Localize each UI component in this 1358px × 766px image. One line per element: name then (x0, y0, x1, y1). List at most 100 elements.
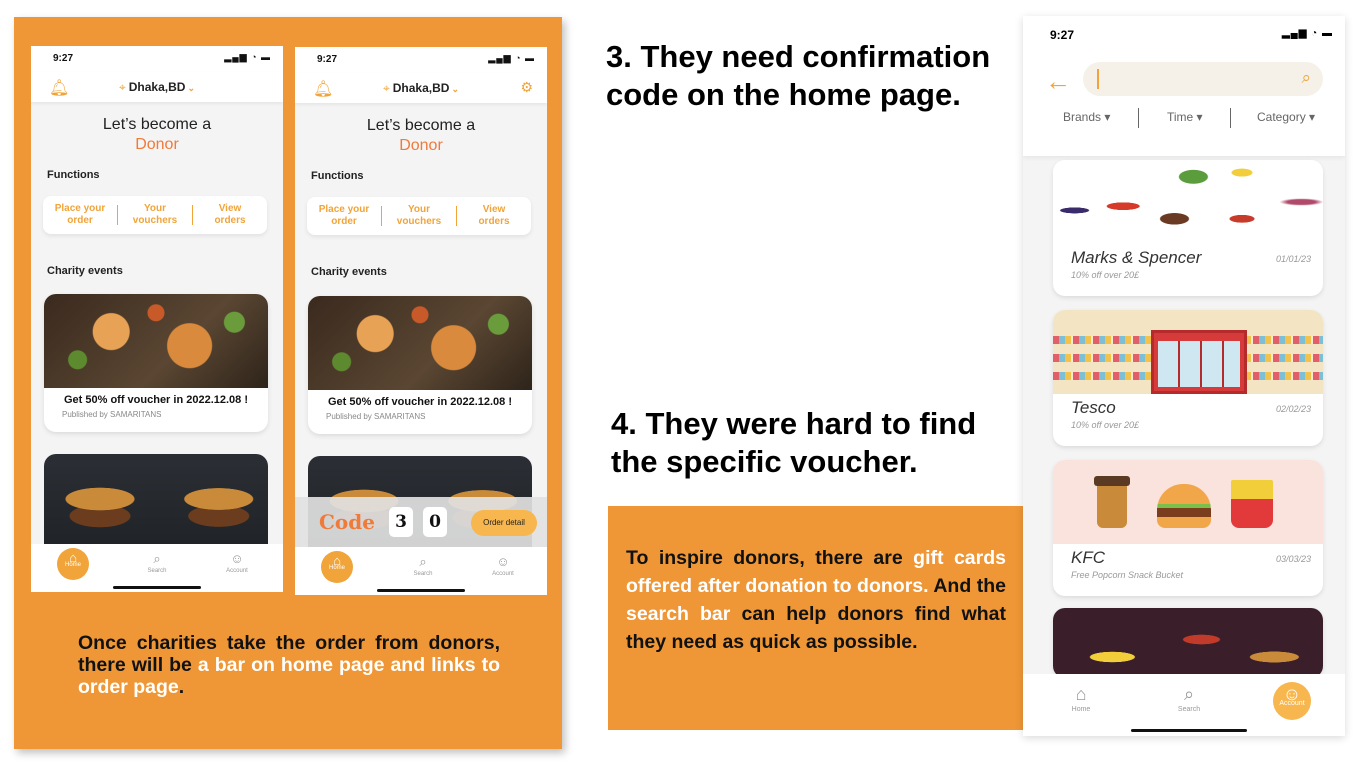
event-publisher: Published by SAMARITANS (326, 412, 426, 421)
label: Place your (54, 203, 106, 214)
location-selector[interactable]: ⌖ Dhaka,BD ⌄ (295, 81, 547, 96)
filter-category[interactable]: Category ▾ (1257, 110, 1315, 124)
search-icon: ⌕ (419, 554, 427, 569)
tab-label: Search (147, 568, 167, 574)
event-card[interactable]: Get 50% off voucher in 2022.12.08 ! Publ… (308, 296, 532, 434)
tab-label: Home (328, 565, 345, 571)
functions-card: Place your order Your vouchers View orders (43, 196, 267, 234)
your-vouchers-button[interactable]: Your vouchers (118, 203, 192, 227)
location-pin-icon: ⌖ (383, 81, 390, 95)
event-card-2[interactable] (44, 454, 268, 554)
voucher-offer: Free Popcorn Snack Bucket (1071, 570, 1184, 580)
cup (1094, 476, 1130, 528)
tab-search[interactable]: ⌕ Search (137, 550, 177, 574)
search-icon[interactable]: ⌕ (1301, 68, 1311, 88)
account-icon: ☺ (230, 551, 244, 566)
tab-bar: ⌂ Home ⌕ Search ☺ Account (31, 544, 283, 592)
burger (1157, 484, 1211, 528)
fridge (1151, 330, 1247, 394)
tab-label: Home (1071, 706, 1091, 713)
place-order-button[interactable]: Place your order (43, 203, 117, 227)
label: Your (143, 203, 167, 214)
filter-row: Brands ▾ Time ▾ Category ▾ (1023, 108, 1345, 130)
voucher-offer: 10% off over 20£ (1071, 270, 1140, 280)
highlight: search bar (626, 603, 731, 625)
home-indicator (1131, 729, 1247, 732)
tab-account[interactable]: ☺ Account (1273, 682, 1311, 720)
voucher-card-kfc[interactable]: KFC Free Popcorn Snack Bucket 03/03/23 (1053, 460, 1323, 596)
label: Place your (318, 204, 370, 215)
tab-home[interactable]: ⌂ Home (321, 551, 353, 583)
heading-point-4: 4. They were hard to find the specific v… (611, 406, 977, 479)
heading-point-3: 3. They need confirmation code on the ho… (606, 39, 991, 112)
voucher-image (1053, 160, 1323, 244)
hero-line1: Let’s become a (366, 117, 476, 134)
view-orders-button[interactable]: View orders (457, 204, 531, 228)
place-order-button[interactable]: Place your order (307, 204, 381, 228)
status-time: 9:27 (317, 54, 338, 65)
filter-time[interactable]: Time ▾ (1167, 110, 1203, 124)
gear-icon[interactable]: ⚙ (520, 79, 533, 96)
tab-home[interactable]: ⌂ Home (1061, 684, 1101, 713)
label: vouchers (396, 216, 442, 227)
top-bar: 🔔︎ ⌖ Dhaka,BD ⌄ ⚙ (295, 73, 547, 103)
search-input[interactable] (1097, 69, 1277, 89)
search-header: ← ⌕ Brands ▾ Time ▾ Category ▾ (1023, 58, 1345, 156)
event-title: Get 50% off voucher in 2022.12.08 ! (63, 394, 249, 406)
phone-search-vouchers: 9:27 ▂▄▆ ◔ ▬ ← ⌕ Brands ▾ Time ▾ Categor… (1023, 16, 1345, 736)
back-arrow-icon[interactable]: ← (1045, 66, 1071, 97)
voucher-date: 03/03/23 (1275, 554, 1311, 564)
tab-bar: ⌂ Home ⌕ Search ☺ Account (295, 547, 547, 595)
tab-label: Account (492, 571, 514, 577)
hero-line2: Donor (135, 136, 179, 153)
status-bar: 9:27 ▂▄▆ ◔ ▬ (31, 46, 283, 72)
event-card[interactable]: Get 50% off voucher in 2022.12.08 ! Publ… (44, 294, 268, 432)
hero-line2: Donor (399, 137, 443, 154)
search-bar[interactable]: ⌕ (1083, 62, 1323, 96)
your-vouchers-button[interactable]: Your vouchers (382, 204, 456, 228)
event-image (308, 296, 532, 390)
left-caption: Once charities take the order from donor… (78, 632, 500, 698)
voucher-image (1053, 460, 1323, 544)
voucher-card-marks-spencer[interactable]: Marks & Spencer 10% off over 20£ 01/01/2… (1053, 160, 1323, 296)
filter-brands[interactable]: Brands ▾ (1063, 110, 1110, 124)
tab-search[interactable]: ⌕ Search (1169, 684, 1209, 713)
explanation-text: To inspire donors, there are gift cards … (626, 544, 1006, 656)
voucher-name: KFC (1071, 548, 1105, 567)
tab-account[interactable]: ☺ Account (483, 553, 523, 577)
fries (1231, 480, 1273, 528)
voucher-name: Marks & Spencer (1071, 248, 1202, 267)
account-icon: ☺ (496, 554, 510, 569)
location-label: Dhaka,BD (128, 80, 186, 94)
label: orders (214, 215, 246, 226)
order-detail-button[interactable]: Order detail (471, 510, 537, 536)
search-icon: ⌕ (1183, 684, 1195, 704)
status-time: 9:27 (53, 53, 74, 64)
confirmation-code-bar: Code 3 0 Order detail (295, 497, 547, 547)
tab-account[interactable]: ☺ Account (217, 550, 257, 574)
location-selector[interactable]: ⌖ Dhaka,BD ⌄ (31, 80, 283, 95)
voucher-card-tesco[interactable]: Tesco 10% off over 20£ 02/02/23 (1053, 310, 1323, 446)
event-publisher: Published by SAMARITANS (62, 410, 162, 419)
tab-label: Search (413, 571, 433, 577)
label: order (67, 215, 93, 226)
location-label: Dhaka,BD (392, 81, 450, 95)
voucher-date: 02/02/23 (1275, 404, 1311, 414)
location-pin-icon: ⌖ (119, 80, 126, 94)
tab-home[interactable]: ⌂ Home (57, 548, 89, 580)
label: Your (407, 204, 431, 215)
voucher-card-4[interactable] (1053, 608, 1323, 678)
functions-title: Functions (311, 170, 364, 182)
label: vouchers (132, 215, 178, 226)
view-orders-button[interactable]: View orders (193, 203, 267, 227)
text: And the (928, 575, 1006, 597)
event-image (44, 294, 268, 388)
text: To inspire donors, there are (626, 547, 914, 569)
tab-label: Account (226, 568, 248, 574)
status-time: 9:27 (1050, 28, 1075, 42)
signal-icon: ▂▄▆ ◔ ▬ (488, 53, 535, 63)
tab-search[interactable]: ⌕ Search (403, 553, 443, 577)
divider (1138, 108, 1139, 128)
signal-icon: ▂▄▆ ◔ ▬ (1281, 28, 1333, 39)
label: orders (478, 216, 510, 227)
